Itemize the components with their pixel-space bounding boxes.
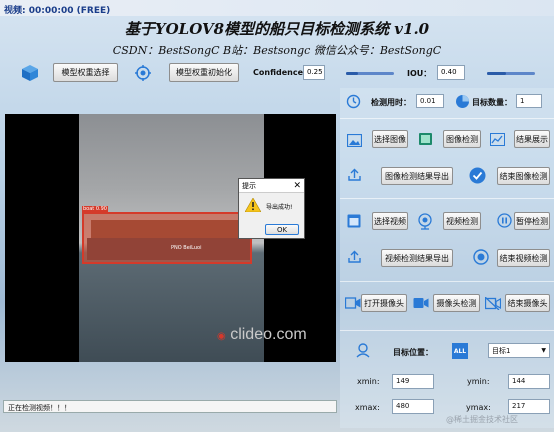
image-detect-icon	[417, 131, 433, 147]
divider	[340, 198, 554, 199]
count-label: 目标数量：	[472, 98, 512, 107]
xmax-label: xmax:	[355, 403, 380, 412]
xmax-field: 480	[392, 399, 434, 414]
select-image-button[interactable]: 选择图像	[372, 130, 408, 148]
upload-icon	[346, 249, 362, 265]
image-icon	[346, 132, 362, 148]
select-video-button[interactable]: 选择视频	[372, 212, 408, 230]
iou-input[interactable]: 0.40	[437, 65, 465, 80]
target-icon	[134, 64, 152, 82]
dialog-title: 提示	[242, 181, 256, 190]
xmin-field: 149	[392, 374, 434, 389]
cube-icon	[20, 63, 40, 83]
export-video-button[interactable]: 视频检测结果导出	[381, 249, 453, 267]
confidence-label: Confidence:	[253, 68, 307, 77]
select-weights-button[interactable]: 模型权重选择	[53, 63, 118, 82]
divider	[340, 330, 554, 331]
ok-button[interactable]: OK	[265, 224, 299, 235]
dialog-message: 导出成功!	[266, 204, 293, 211]
open-camera-button[interactable]: 打开摄像头	[361, 294, 407, 312]
close-icon[interactable]: ✕	[293, 181, 301, 191]
message-dialog: 提示 ✕ 导出成功! OK	[238, 178, 305, 239]
detection-box	[82, 212, 252, 264]
location-pin-icon	[355, 342, 371, 358]
ship-name: PNO BeiLuoi	[171, 245, 202, 251]
page-title: 基于YOLOV8模型的船只目标检测系统 v1.0	[124, 20, 430, 38]
time-value: 0.01	[416, 94, 444, 108]
ymax-field: 217	[508, 399, 550, 414]
init-weights-button[interactable]: 模型权重初始化	[169, 63, 239, 82]
camera-off-icon	[485, 295, 501, 311]
iou-label: IOU：	[407, 69, 432, 78]
time-label: 检测用时：	[371, 98, 411, 107]
show-result-button[interactable]: 结果展示	[514, 130, 550, 148]
iou-slider[interactable]	[487, 72, 535, 75]
pause-detect-button[interactable]: 暂停检测	[514, 212, 550, 230]
chart-line-icon	[489, 131, 505, 147]
ymin-label: ymin:	[467, 377, 490, 386]
check-icon	[468, 166, 486, 184]
video-file-icon	[346, 213, 362, 229]
chevron-down-icon: ▼	[541, 347, 546, 354]
ymax-label: ymax:	[466, 403, 491, 412]
camera-icon	[345, 295, 361, 311]
end-camera-button[interactable]: 结束摄像头	[505, 294, 550, 312]
detect-camera-button[interactable]: 摄像头检测	[433, 294, 480, 312]
video-frame: boat 0.90 PNO BeiLuoi	[79, 114, 264, 362]
confidence-input[interactable]: 0.25	[303, 65, 325, 80]
ymin-field: 144	[508, 374, 550, 389]
page-subtitle: CSDN：BestSongC B站：Bestsongc 微信公众号：BestSo…	[112, 44, 442, 57]
divider	[340, 281, 554, 282]
status-bar: 正在检测视频！！！	[3, 400, 337, 413]
window-title: 视频: 00:00:00 (FREE)	[0, 0, 554, 16]
detection-label: boat 0.90	[82, 206, 108, 212]
export-image-button[interactable]: 图像检测结果导出	[381, 167, 453, 185]
end-image-button[interactable]: 结束图像检测	[497, 167, 550, 185]
detect-image-button[interactable]: 图像检测	[443, 130, 481, 148]
target-select-value: 目标1	[492, 346, 511, 355]
video-watermark: ◉ clideo.com	[217, 326, 307, 343]
upload-icon	[346, 167, 362, 183]
pie-chart-icon	[454, 93, 470, 109]
warning-icon	[244, 197, 262, 216]
all-badge: ALL	[452, 343, 468, 359]
xmin-label: xmin:	[357, 377, 380, 386]
confidence-slider[interactable]	[346, 72, 394, 75]
count-value: 1	[516, 94, 542, 108]
watermark: @稀土掘金技术社区	[446, 415, 518, 424]
clock-icon	[345, 93, 361, 109]
detect-video-button[interactable]: 视频检测	[443, 212, 481, 230]
stop-circle-icon	[472, 248, 490, 266]
position-label: 目标位置：	[393, 348, 433, 357]
divider	[340, 118, 554, 119]
video-camera-icon	[413, 295, 429, 311]
webcam-icon	[417, 212, 433, 230]
play-icon: ◉	[217, 331, 226, 342]
pause-icon	[496, 212, 512, 228]
end-video-button[interactable]: 结束视频检测	[497, 249, 550, 267]
target-select[interactable]: 目标1 ▼	[488, 343, 550, 358]
